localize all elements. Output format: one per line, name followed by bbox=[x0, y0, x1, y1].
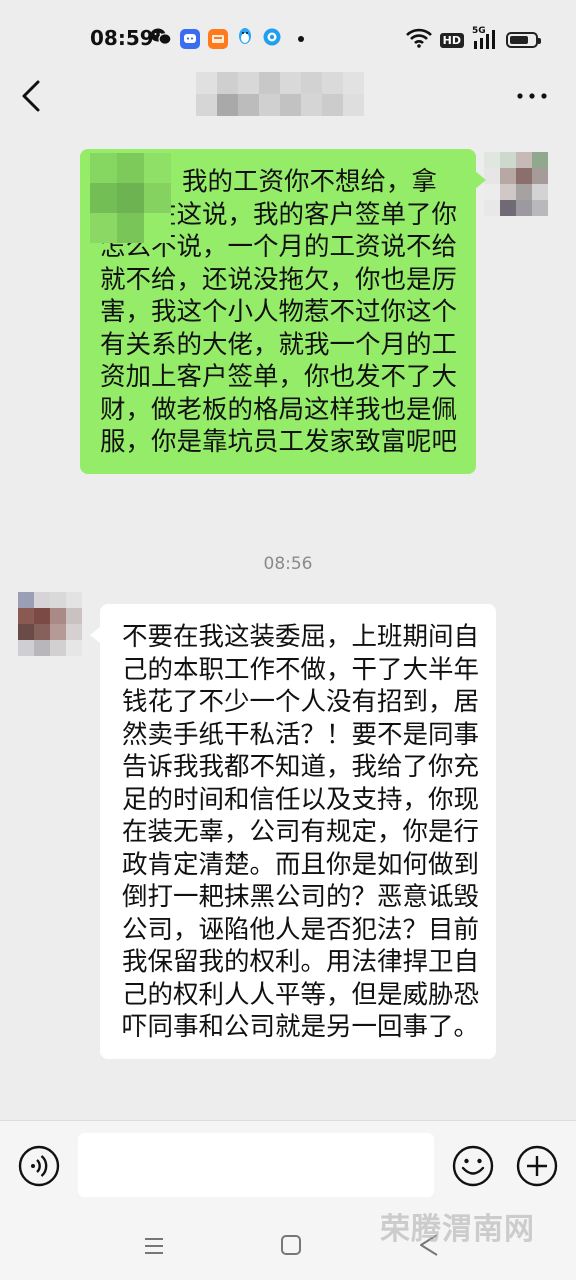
contact-avatar[interactable] bbox=[18, 592, 82, 656]
message-text: 不要在我这装委屈，上班期间自己的本职工作不做，干了大半年钱花了不少一个人没有招到… bbox=[122, 622, 480, 1042]
hd-badge: HD bbox=[439, 32, 464, 48]
menu-icon bbox=[145, 1238, 163, 1254]
wifi-icon bbox=[405, 28, 432, 52]
plus-button[interactable] bbox=[516, 1145, 558, 1187]
battery-icon bbox=[506, 32, 541, 48]
plus-icon bbox=[516, 1145, 558, 1187]
more-button[interactable] bbox=[514, 84, 550, 108]
more-notifications-dot bbox=[298, 36, 304, 42]
message-timestamp: 08:56 bbox=[263, 554, 313, 574]
voice-icon bbox=[18, 1145, 60, 1187]
redacted-name-patch bbox=[90, 153, 172, 245]
status-time: 08:59 bbox=[90, 26, 154, 50]
watermark-logo: 荣腾渭南网 bbox=[380, 1212, 535, 1247]
emoji-icon bbox=[452, 1145, 494, 1187]
battery-fill bbox=[510, 36, 528, 44]
chat-title-redacted bbox=[196, 72, 364, 116]
shop-app-icon bbox=[208, 29, 228, 49]
more-dots-icon bbox=[517, 93, 547, 99]
message-input[interactable] bbox=[78, 1133, 434, 1197]
status-app-icons bbox=[150, 27, 304, 51]
chat-header bbox=[0, 58, 576, 134]
message-bubble-self[interactable]: 我的工资你不想给，拿和我在这说，我的客户签单了你怎么不说，一个月的工资说不给就不… bbox=[80, 149, 486, 474]
message-bubble-contact[interactable]: 不要在我这装委屈，上班期间自己的本职工作不做，干了大半年钱花了不少一个人没有招到… bbox=[90, 604, 496, 1059]
home-icon bbox=[281, 1235, 301, 1255]
status-indicators: HD 5G bbox=[405, 26, 541, 52]
nav-menu-button[interactable] bbox=[142, 1234, 166, 1258]
chevron-left-icon bbox=[22, 80, 40, 112]
emoji-button[interactable] bbox=[452, 1145, 494, 1187]
qq-penguin-icon bbox=[236, 27, 254, 51]
nav-home-button[interactable] bbox=[280, 1234, 302, 1256]
wechat-icon bbox=[150, 27, 172, 51]
signal-icon: 5G bbox=[472, 26, 498, 51]
chat-input-bar bbox=[0, 1120, 576, 1217]
back-button[interactable] bbox=[16, 76, 50, 116]
self-avatar[interactable] bbox=[484, 152, 548, 216]
voice-button[interactable] bbox=[18, 1145, 60, 1187]
browser-icon bbox=[262, 27, 282, 51]
qq-chat-icon bbox=[180, 29, 200, 49]
